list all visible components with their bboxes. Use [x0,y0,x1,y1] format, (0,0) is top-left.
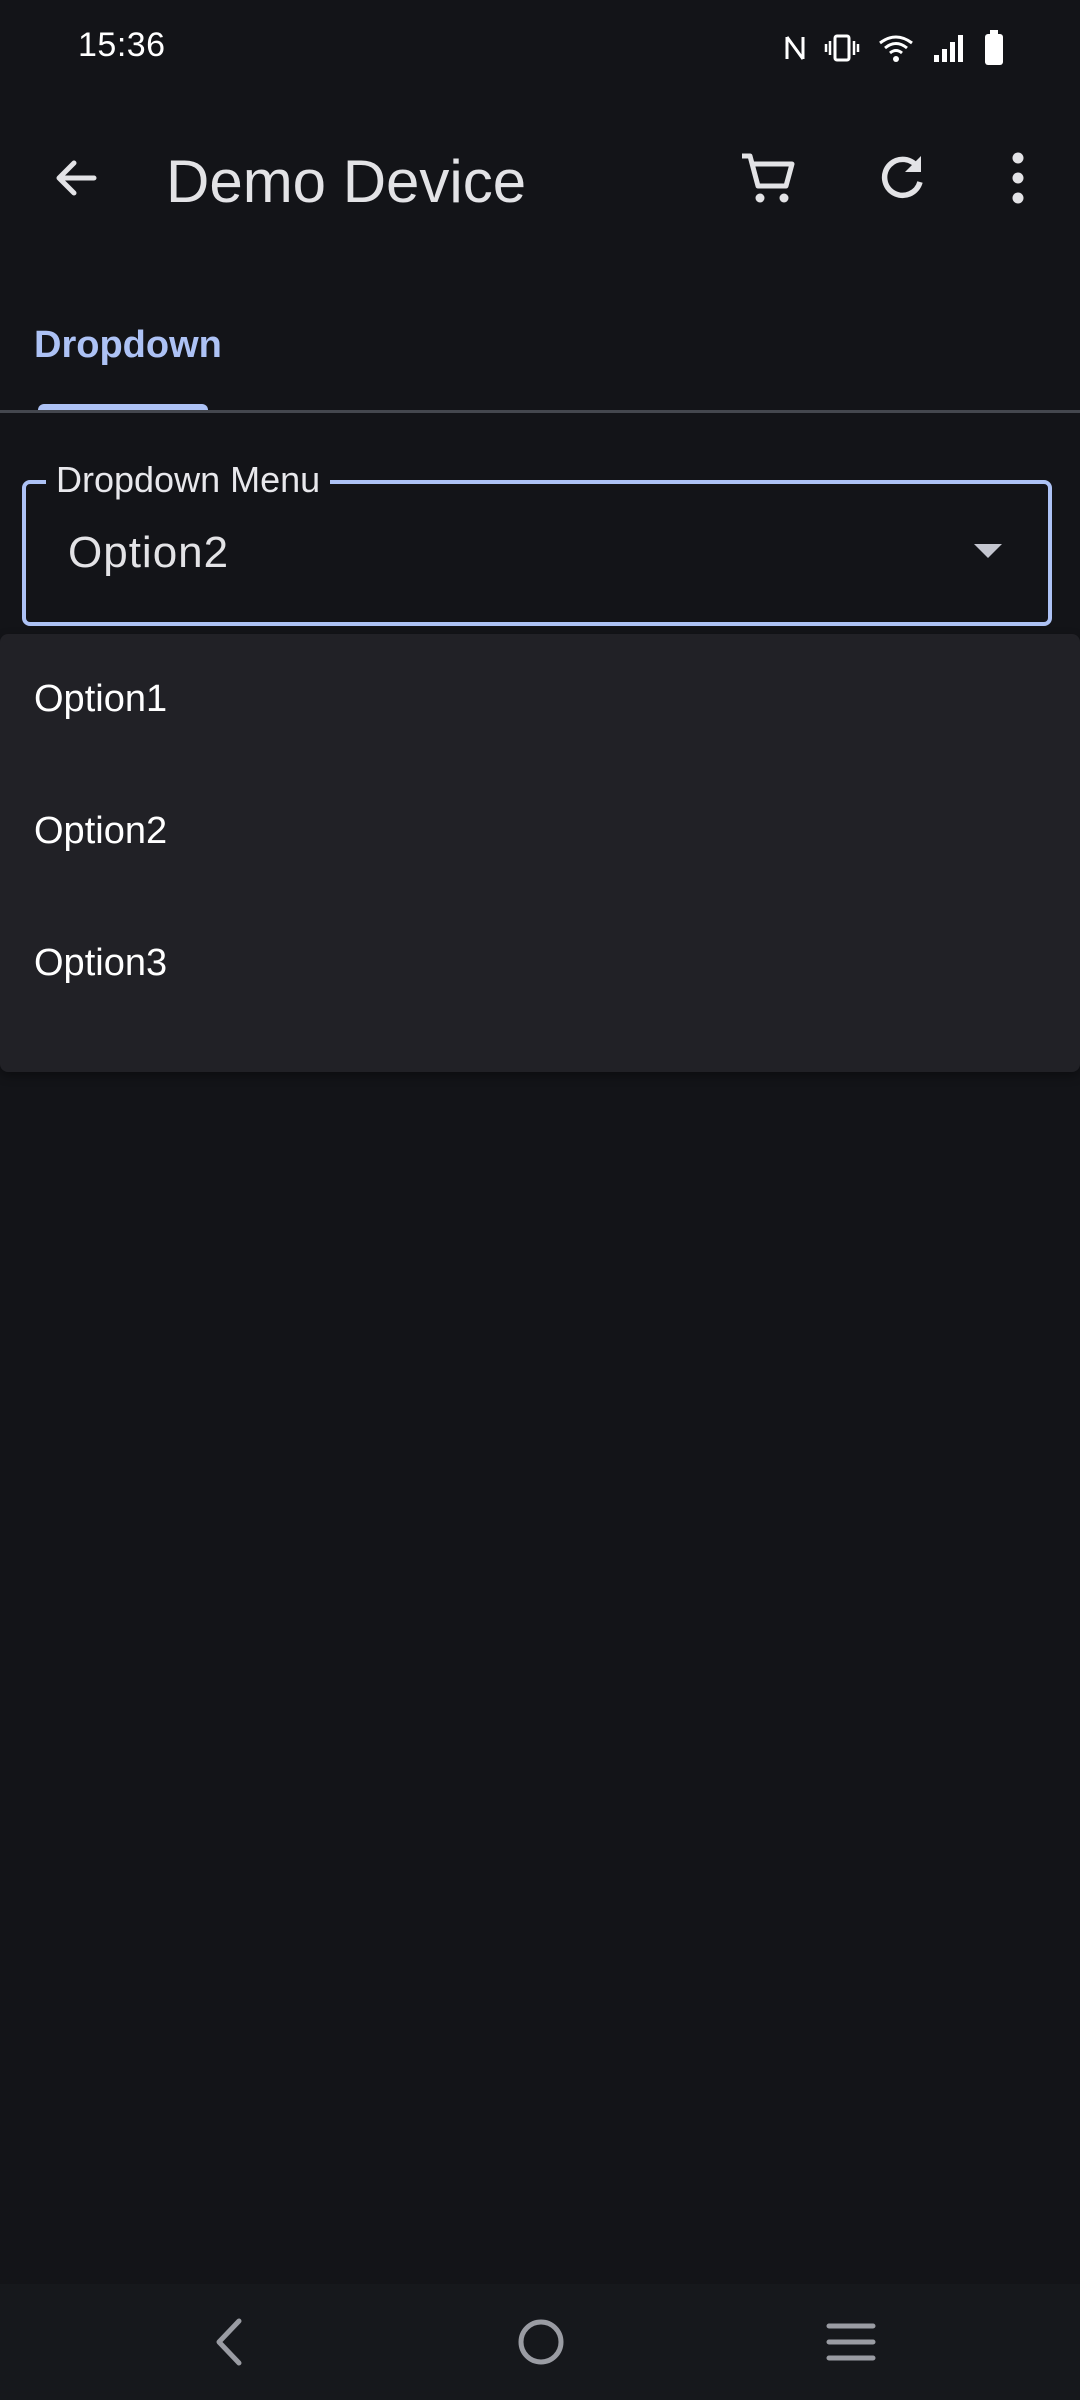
dropdown-menu: Option1 Option2 Option3 [0,634,1080,1072]
dropdown-selected-value: Option2 [68,528,230,577]
app-bar: Demo Device [0,96,1080,272]
nav-recents-button[interactable] [806,2306,896,2378]
menu-item-option3[interactable]: Option3 [0,898,1080,1030]
cart-icon [742,153,795,203]
nav-back-icon [216,2318,242,2366]
tab-label: Dropdown [34,324,222,366]
refresh-icon [881,156,923,199]
app-title: Demo Device [166,148,527,215]
refresh-button[interactable] [862,138,942,218]
nav-home-icon [518,2319,564,2365]
status-icons [784,28,1004,68]
menu-item-option2[interactable]: Option2 [0,766,1080,898]
system-nav-bar [0,2284,1080,2400]
tab-divider [0,410,1080,413]
battery-icon [984,30,1004,66]
screen: 15:36 Demo Device Dropdown Dropdown Menu… [0,0,1080,2400]
wifi-icon [878,33,914,63]
nav-back-button[interactable] [184,2306,274,2378]
dropdown-label: Dropdown Menu [46,458,331,502]
nav-home-button[interactable] [496,2306,586,2378]
menu-item-label: Option2 [34,810,168,852]
nav-recents-icon [826,2323,876,2361]
back-button[interactable] [36,138,116,218]
vibrate-icon [824,33,860,63]
tab-row: Dropdown [0,300,1080,412]
menu-item-label: Option1 [34,678,168,720]
tab-dropdown[interactable]: Dropdown [0,300,244,412]
menu-item-label: Option3 [34,942,168,984]
nfc-icon [784,33,806,63]
more-options-button[interactable] [978,138,1058,218]
dropdown-field[interactable]: Dropdown Menu Option2 [22,458,1052,626]
menu-item-option1[interactable]: Option1 [0,634,1080,766]
arrow-left-icon [56,160,97,196]
status-bar: 15:36 [0,0,1080,96]
cart-button[interactable] [728,138,808,218]
status-time: 15:36 [78,26,166,64]
cell-signal-icon [932,33,966,63]
caret-down-icon [974,544,1002,558]
more-vert-icon [1012,152,1024,204]
